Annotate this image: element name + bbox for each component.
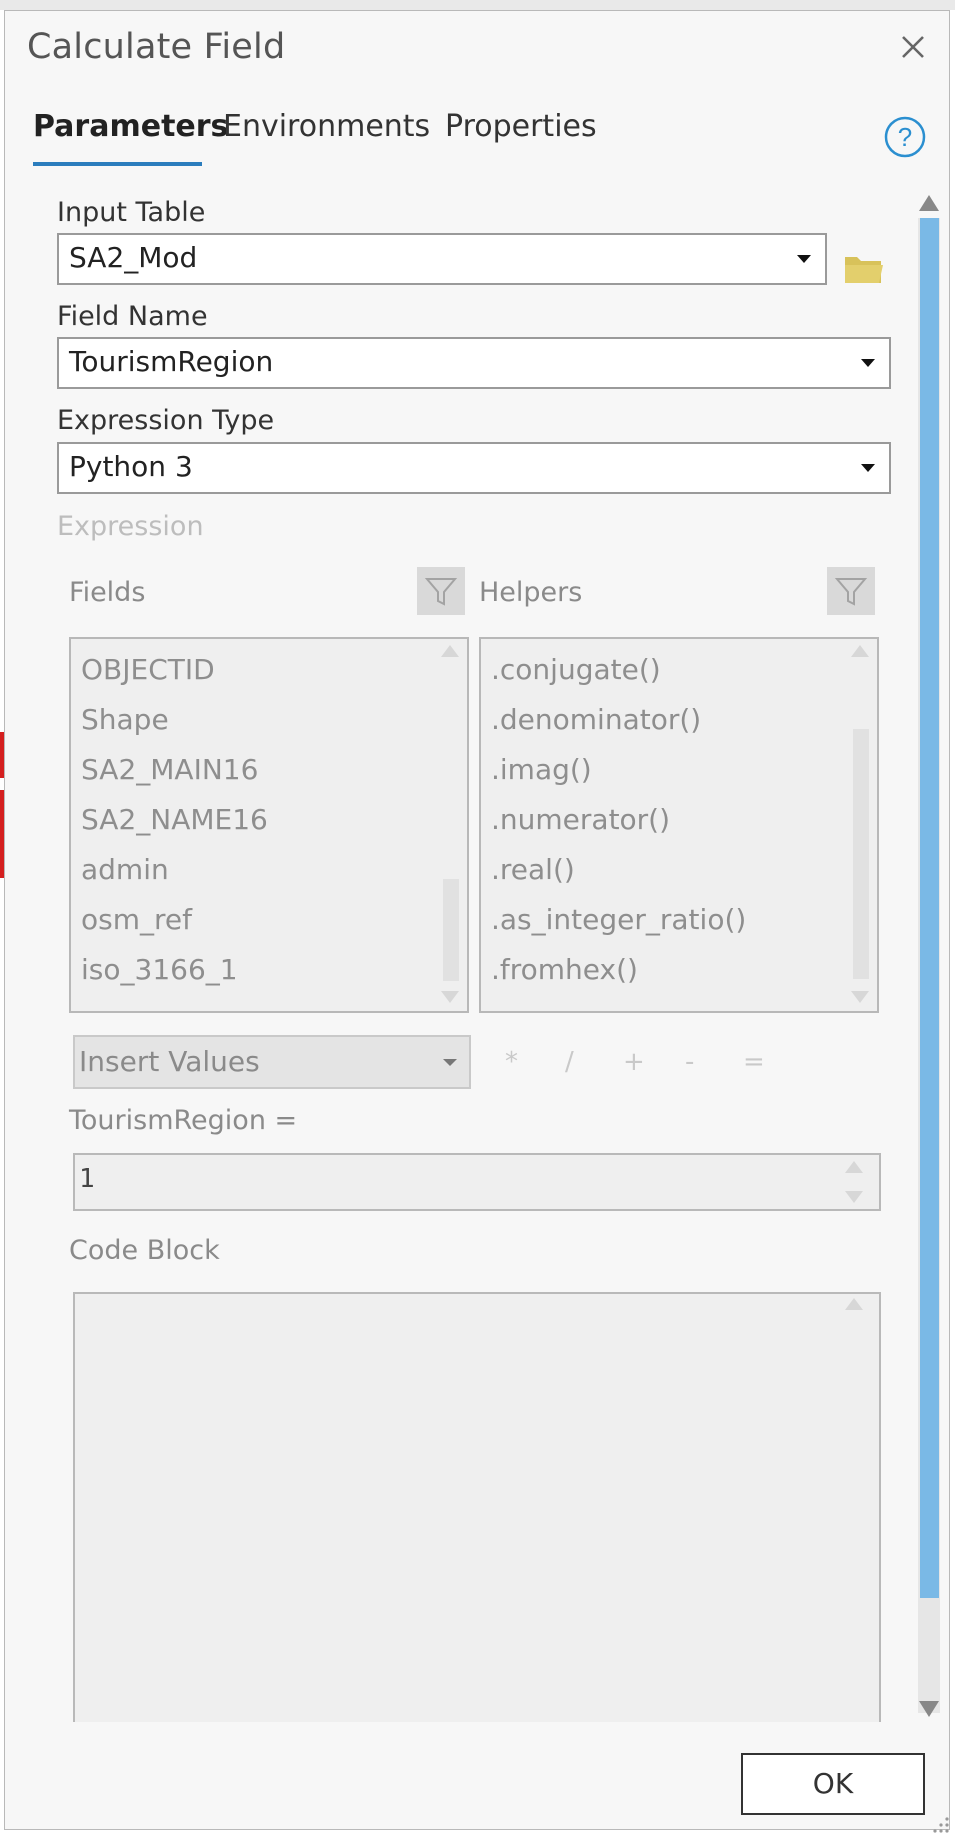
ok-button[interactable]: OK [741, 1753, 925, 1815]
list-item[interactable]: SA2_MAIN16 [81, 753, 258, 786]
scrollbar-thumb[interactable] [853, 729, 869, 979]
operator-add-button[interactable]: + [623, 1047, 645, 1077]
operator-subtract-button[interactable]: - [685, 1047, 694, 1077]
scrollbar-thumb[interactable] [443, 879, 459, 981]
list-item[interactable]: .real() [491, 853, 575, 886]
close-icon[interactable] [893, 27, 933, 67]
active-tab-indicator [33, 162, 202, 166]
svg-text:?: ? [898, 122, 912, 152]
expression-type-value: Python 3 [69, 450, 193, 483]
list-item[interactable]: .numerator() [491, 803, 670, 836]
scroll-up-arrow[interactable] [441, 645, 459, 657]
main-scroll-up-arrow[interactable] [919, 195, 939, 211]
list-item[interactable]: .fromhex() [491, 953, 638, 986]
field-name-label: Field Name [57, 301, 208, 332]
field-name-value: TourismRegion [69, 345, 274, 378]
folder-icon[interactable] [843, 251, 885, 285]
list-item[interactable]: admin [81, 853, 169, 886]
field-name-combobox[interactable]: TourismRegion [57, 337, 891, 389]
dialog-title: Calculate Field [27, 27, 286, 67]
insert-values-dropdown[interactable]: Insert Values [73, 1035, 471, 1089]
main-scrollbar-thumb[interactable] [920, 218, 939, 1598]
expression-target-label: TourismRegion = [69, 1105, 298, 1136]
filter-fields-button[interactable] [417, 567, 465, 615]
list-item[interactable]: Shape [81, 703, 169, 736]
filter-helpers-button[interactable] [827, 567, 875, 615]
chevron-down-icon [861, 464, 875, 472]
help-icon[interactable]: ? [883, 115, 927, 159]
list-item[interactable]: .conjugate() [491, 653, 661, 686]
list-item[interactable]: .denominator() [491, 703, 701, 736]
main-scroll-down-arrow[interactable] [919, 1701, 939, 1717]
list-item[interactable]: iso_3166_1 [81, 953, 238, 986]
input-table-label: Input Table [57, 197, 206, 228]
input-table-combobox[interactable]: SA2_Mod [57, 233, 827, 285]
input-table-value: SA2_Mod [69, 241, 198, 274]
resize-grip-icon[interactable] [927, 1811, 951, 1835]
expression-type-label: Expression Type [57, 405, 275, 436]
background-strip [0, 0, 955, 10]
operator-multiply-button[interactable]: * [505, 1047, 518, 1077]
scroll-down-arrow[interactable] [441, 991, 459, 1003]
scroll-up-arrow[interactable] [845, 1161, 863, 1173]
list-item[interactable]: osm_ref [81, 903, 192, 936]
list-item[interactable]: .as_integer_ratio() [491, 903, 746, 936]
helpers-label: Helpers [479, 577, 583, 608]
tab-parameters[interactable]: Parameters [33, 109, 228, 144]
expression-value: 1 [79, 1164, 95, 1194]
scroll-up-arrow[interactable] [845, 1298, 863, 1310]
operator-divide-button[interactable]: / [565, 1047, 574, 1077]
helpers-list[interactable]: .conjugate() .denominator() .imag() .num… [479, 637, 879, 1013]
fields-label: Fields [69, 577, 146, 608]
filter-icon [834, 578, 868, 606]
expression-input[interactable]: 1 [73, 1153, 881, 1211]
code-block-label: Code Block [69, 1235, 220, 1266]
chevron-down-icon [797, 255, 811, 263]
insert-values-label: Insert Values [79, 1045, 260, 1078]
code-block-input[interactable] [73, 1292, 881, 1722]
filter-icon [424, 578, 458, 606]
list-item[interactable]: .imag() [491, 753, 592, 786]
chevron-down-icon [861, 359, 875, 367]
expression-type-combobox[interactable]: Python 3 [57, 442, 891, 494]
expression-label: Expression [57, 511, 204, 542]
fields-list[interactable]: OBJECTID Shape SA2_MAIN16 SA2_NAME16 adm… [69, 637, 469, 1013]
tab-properties[interactable]: Properties [445, 109, 597, 144]
scroll-down-arrow[interactable] [851, 991, 869, 1003]
chevron-down-icon [443, 1059, 457, 1066]
tab-environments[interactable]: Environments [223, 109, 430, 144]
calculate-field-dialog: Calculate Field Parameters Environments … [4, 10, 950, 1833]
operator-equals-button[interactable]: = [743, 1047, 765, 1077]
list-item[interactable]: OBJECTID [81, 653, 215, 686]
scroll-down-arrow[interactable] [845, 1191, 863, 1203]
scroll-up-arrow[interactable] [851, 645, 869, 657]
list-item[interactable]: SA2_NAME16 [81, 803, 268, 836]
